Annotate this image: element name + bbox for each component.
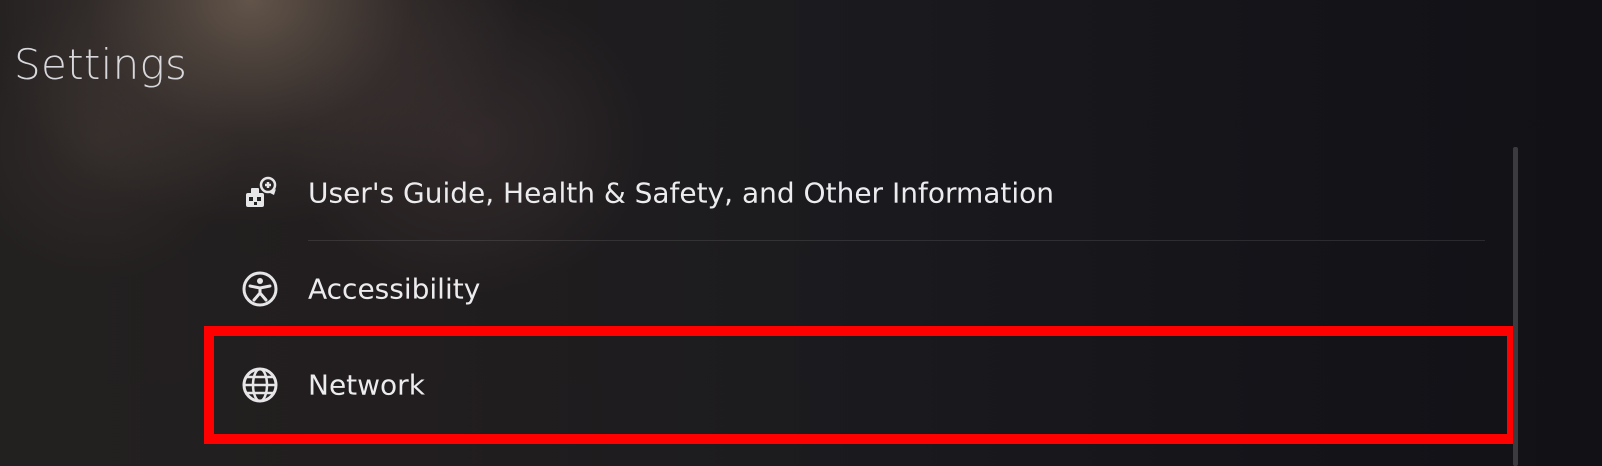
globe-icon [240,365,280,405]
menu-item-label: Network [308,368,425,402]
settings-menu: User's Guide, Health & Safety, and Other… [204,145,1517,444]
scrollbar[interactable] [1513,147,1518,466]
menu-item-accessibility[interactable]: Accessibility [210,241,1515,337]
menu-item-network[interactable]: Network [204,326,1517,444]
accessibility-icon [240,269,280,309]
users-guide-icon [240,173,280,213]
menu-item-label: User's Guide, Health & Safety, and Other… [308,176,1055,210]
menu-item-label: Accessibility [308,272,481,306]
menu-item-users-guide[interactable]: User's Guide, Health & Safety, and Other… [210,145,1515,241]
page-title: Settings [14,40,188,89]
